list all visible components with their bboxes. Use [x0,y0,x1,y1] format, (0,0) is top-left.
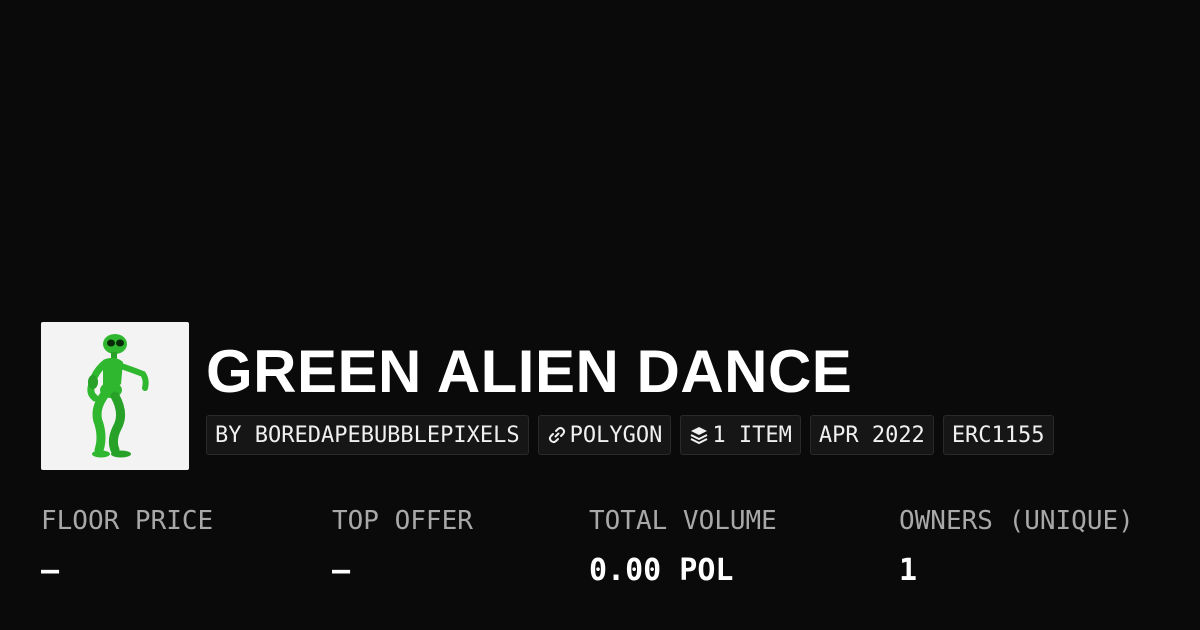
owners-stat: OWNERS (UNIQUE) 1 [899,503,1134,589]
top-offer-stat: TOP OFFER – [332,503,473,589]
link-icon [548,426,565,444]
standard-tag: ERC1155 [942,415,1054,455]
top-offer-label: TOP OFFER [332,506,473,536]
creator-tag-label: BY BOREDAPEBUBBLEPIXELS [215,422,520,448]
collection-tags: BY BOREDAPEBUBBLEPIXELS POLYGON 1 ITEM A… [206,415,1054,455]
total-volume-stat: TOTAL VOLUME 0.00 POL [589,503,777,589]
collection-title: GREEN ALIEN DANCE [206,338,853,405]
items-tag-label: 1 ITEM [712,422,792,448]
green-alien-image [87,334,149,458]
chain-tag-label: POLYGON [569,422,663,448]
date-tag: APR 2022 [809,415,934,455]
floor-price-label: FLOOR PRICE [41,506,214,536]
top-offer-value: – [332,553,351,588]
chain-tag[interactable]: POLYGON [537,415,672,455]
total-volume-label: TOTAL VOLUME [589,506,777,536]
layers-icon [690,427,708,444]
collection-thumbnail [41,322,189,470]
floor-price-stat: FLOOR PRICE – [41,503,213,589]
creator-tag[interactable]: BY BOREDAPEBUBBLEPIXELS [206,415,529,455]
date-tag-label: APR 2022 [818,422,925,448]
standard-tag-label: ERC1155 [951,422,1045,448]
owners-label: OWNERS (UNIQUE) [899,506,1134,536]
owners-value: 1 [899,553,918,588]
total-volume-value: 0.00 POL [589,553,734,588]
items-tag: 1 ITEM [680,415,801,455]
collection-preview-card: GREEN ALIEN DANCE BY BOREDAPEBUBBLEPIXEL… [0,0,1200,630]
floor-price-value: – [41,553,60,588]
